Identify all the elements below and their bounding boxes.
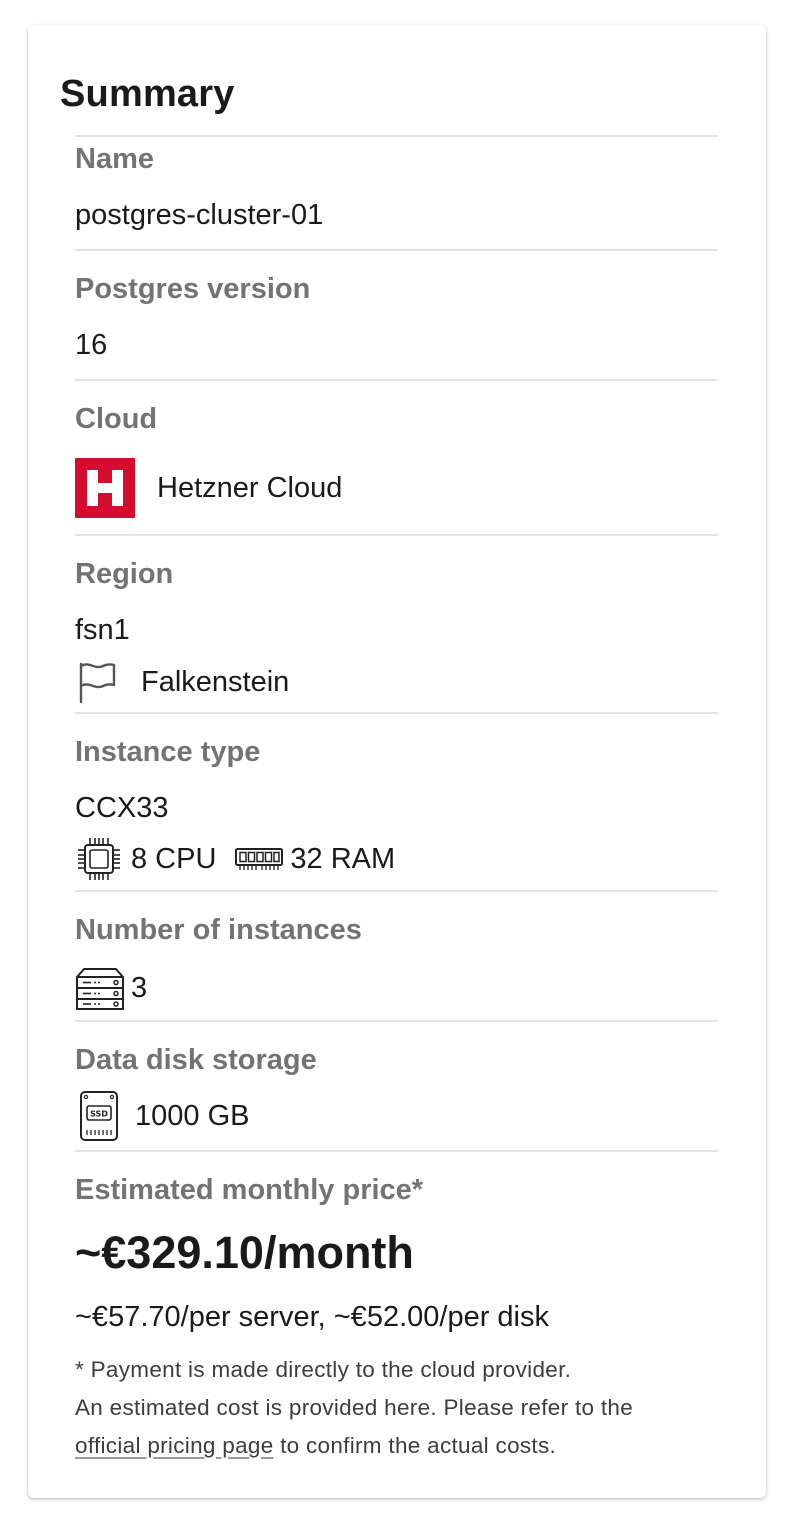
instances-row: 3 [75,963,147,1013]
divider [75,135,718,137]
server-stack-icon [75,963,125,1013]
divider [75,1150,718,1152]
svg-text:SSD: SSD [90,1110,108,1119]
name-value: postgres-cluster-01 [75,199,324,231]
price-breakdown: ~€57.70/per server, ~€52.00/per disk [75,1301,549,1333]
ssd-icon: SSD [79,1090,119,1142]
instances-value: 3 [131,971,148,1004]
price-total: ~€329.10/month [75,1227,414,1278]
cpu-value: 8 CPU [131,842,217,875]
instances-label: Number of instances [75,914,362,946]
divider [75,712,718,714]
price-note: * Payment is made directly to the cloud … [75,1351,633,1465]
divider [75,534,718,536]
storage-value: 1000 GB [135,1099,250,1132]
divider [75,379,718,381]
postgres-version-label: Postgres version [75,273,311,305]
instance-type-value: CCX33 [75,792,169,824]
ram-icon [234,844,284,874]
hetzner-logo [75,458,135,518]
note-line-3: official pricing page to confirm the act… [75,1427,633,1465]
postgres-version-value: 16 [75,329,108,361]
note-line-2: An estimated cost is provided here. Plea… [75,1395,634,1420]
divider [75,890,718,892]
official-pricing-link[interactable]: official pricing page [75,1433,274,1458]
region-location: Falkenstein [141,665,290,698]
ram-value: 32 RAM [290,842,396,875]
flag-icon [77,660,117,704]
storage-row: SSD 1000 GB [75,1090,249,1142]
cloud-row: Hetzner Cloud [75,458,342,518]
cpu-icon [75,835,123,883]
cloud-label: Cloud [75,403,158,435]
summary-title: Summary [60,73,235,115]
divider [75,1020,718,1022]
instance-type-label: Instance type [75,736,261,768]
cloud-value: Hetzner Cloud [157,471,343,504]
divider [75,249,718,251]
instance-specs-row: 8 CPU 32 RAM [75,835,395,883]
storage-label: Data disk storage [75,1044,317,1076]
name-label: Name [75,143,154,175]
note-line-3-rest: to confirm the actual costs. [273,1433,557,1458]
note-line-1: * Payment is made directly to the cloud … [75,1357,572,1382]
summary-card: Summary Name postgres-cluster-01 Postgre… [28,25,766,1498]
region-value: fsn1 [75,614,130,646]
price-label: Estimated monthly price* [75,1174,424,1206]
region-location-row: Falkenstein [75,660,289,704]
region-label: Region [75,558,174,590]
hetzner-logo-glyph [87,470,123,506]
